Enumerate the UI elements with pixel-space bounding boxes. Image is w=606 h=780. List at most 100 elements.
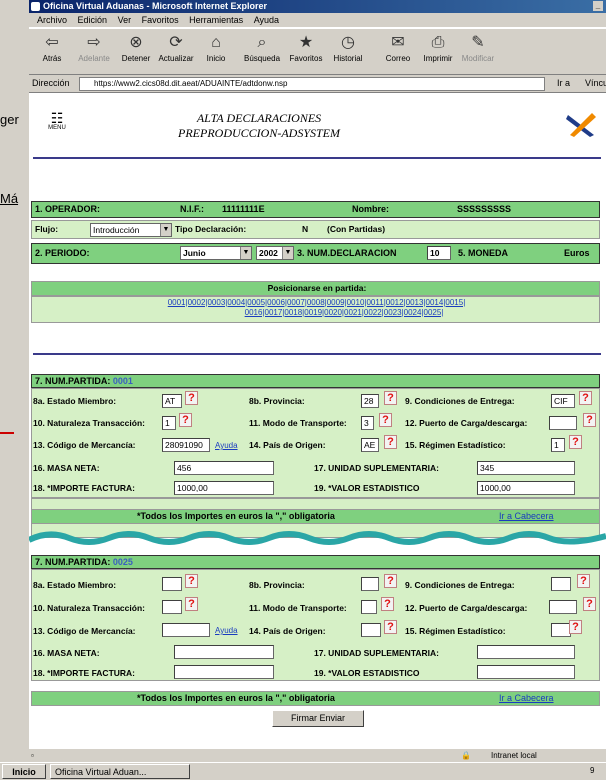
importe-input[interactable]: 1000,00 [174,481,274,495]
provincia-input[interactable] [361,577,379,591]
background-text: ger [0,112,19,127]
help-button[interactable]: ? [583,597,596,611]
forward-button[interactable]: ⇨ Adelante [73,32,115,63]
help-button[interactable]: ? [381,597,394,611]
tipo-code: N [302,224,309,234]
ir-cabecera-link[interactable]: Ir a Cabecera [499,692,554,705]
partida-links[interactable]: 0016|0017|0018|0019|0020|0021|0022|0023|… [34,308,599,318]
modo-input[interactable] [361,600,377,614]
help-button[interactable]: ? [384,574,397,588]
condiciones-input[interactable]: CIF [551,394,575,408]
masa-input[interactable]: 456 [174,461,274,475]
address-input[interactable]: https://www2.cics08d.dit.aeat/ADUAINTE/a… [79,77,545,91]
ir-cabecera-link[interactable]: Ir a Cabecera [499,510,554,523]
puerto-input[interactable] [549,600,577,614]
importes-note-row: *Todos los Importes en euros la "," obli… [31,691,600,706]
menu-herramientas[interactable]: Herramientas [189,15,243,25]
print-button[interactable]: ⎙ Imprimir [417,32,459,63]
partida-header: 7. NUM.PARTIDA: 0001 [31,374,600,388]
window-title: Oficina Virtual Aduanas - Microsoft Inte… [43,1,268,11]
favorites-button[interactable]: ★ Favoritos [285,32,327,63]
ayuda-link[interactable]: Ayuda [215,626,238,635]
provincia-input[interactable]: 28 [361,394,379,408]
valor-input[interactable]: 1000,00 [477,481,575,495]
mail-button[interactable]: ✉ Correo [377,32,419,63]
forward-arrow-icon: ⇨ [87,34,101,51]
help-button[interactable]: ? [185,574,198,588]
menu-button[interactable]: ☷ MENU [47,111,67,131]
modo-input[interactable]: 3 [361,416,374,430]
background-window-strip: ger Má [0,0,29,780]
menu-archivo[interactable]: Archivo [37,15,67,25]
help-button[interactable]: ? [579,391,592,405]
regimen-input[interactable]: 1 [551,438,565,452]
home-icon: ⌂ [211,34,221,51]
page-content: ☷ MENU ALTA DECLARACIONES PREPRODUCCION-AD… [29,93,606,748]
estado-input[interactable]: AT [162,394,182,408]
help-button[interactable]: ? [583,413,596,427]
help-button[interactable]: ? [384,391,397,405]
codigo-input[interactable] [162,623,210,637]
puerto-input[interactable] [549,416,577,430]
partida-number: 0001 [112,376,133,386]
help-button[interactable]: ? [384,435,397,449]
naturaleza-input[interactable] [162,600,182,614]
mes-select[interactable]: Junio ▼ [180,246,252,260]
valor-input[interactable] [477,665,575,679]
pais-input[interactable]: AE [361,438,379,452]
help-button[interactable]: ? [185,597,198,611]
links-button[interactable]: Vínculo [585,78,606,88]
home-button[interactable]: ⌂ Inicio [195,32,237,63]
help-button[interactable]: ? [185,391,198,405]
menu-bar: Archivo Edición Ver Favoritos Herramient… [29,13,606,28]
condiciones-input[interactable] [551,577,571,591]
codigo-input[interactable]: 28091090 [162,438,210,452]
periodo-row: 2. PERIODO: Junio ▼ 2002 ▼ 3. NUM.DECLARAC… [31,243,600,264]
aeat-logo [566,113,596,137]
help-button[interactable]: ? [179,413,192,427]
anio-select[interactable]: 2002 ▼ [256,246,294,260]
help-button[interactable]: ? [577,574,590,588]
stop-button[interactable]: ⊗ Detener [115,32,157,63]
go-button[interactable]: Ir a [557,78,570,88]
divider [33,353,601,355]
help-button[interactable]: ? [379,413,392,427]
menu-favoritos[interactable]: Favoritos [142,15,179,25]
history-button[interactable]: ◷ Historial [327,32,369,63]
importes-note-row: *Todos los Importes en euros la "," obli… [31,509,600,524]
naturaleza-input[interactable]: 1 [162,416,176,430]
menu-ayuda[interactable]: Ayuda [254,15,279,25]
pais-input[interactable] [361,623,381,637]
refresh-icon: ⟳ [169,34,183,51]
help-button[interactable]: ? [569,620,582,634]
firmar-enviar-button[interactable]: Firmar Enviar [272,710,364,727]
help-button[interactable]: ? [384,620,397,634]
ie-icon [31,2,40,11]
flujo-select[interactable]: Introducción ▼ [90,223,172,237]
minimize-button[interactable]: _ [593,1,603,11]
start-button[interactable]: Inicio [2,764,46,779]
partida-number: 0025 [112,557,133,567]
dropdown-arrow-icon: ▼ [160,224,171,236]
ayuda-link[interactable]: Ayuda [215,441,238,450]
edit-button[interactable]: ✎ Modificar [457,32,499,63]
intranet-zone: Intranet local [491,751,537,760]
back-button[interactable]: ⇦ Atrás [31,32,73,63]
estado-input[interactable] [162,577,182,591]
menu-edicion[interactable]: Edición [78,15,108,25]
taskbar: Inicio Oficina Virtual Aduan... 9 [0,762,606,780]
refresh-button[interactable]: ⟳ Actualizar [155,32,197,63]
partida-links[interactable]: 0001|0002|0003|0004|0005|0006|0007|0008|… [34,298,599,308]
importe-input[interactable] [174,665,274,679]
num-declaracion-input[interactable]: 10 [427,246,451,260]
masa-input[interactable] [174,645,274,659]
unidad-input[interactable] [477,645,575,659]
regimen-input[interactable] [551,623,571,637]
status-bar: ▫ 🔒 Intranet local [29,748,606,762]
mail-icon: ✉ [391,34,405,51]
search-button[interactable]: ⌕ Búsqueda [241,32,283,63]
unidad-input[interactable]: 345 [477,461,575,475]
menu-ver[interactable]: Ver [118,15,132,25]
help-button[interactable]: ? [569,435,582,449]
taskbar-ie-window[interactable]: Oficina Virtual Aduan... [50,764,190,779]
